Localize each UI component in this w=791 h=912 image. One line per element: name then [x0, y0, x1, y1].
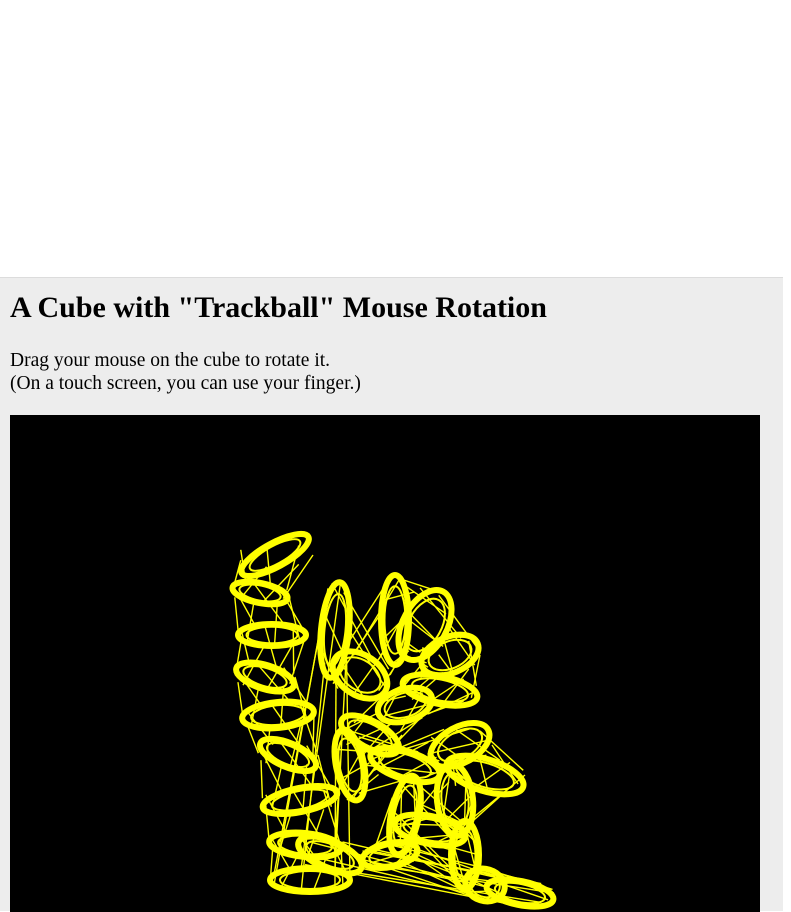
- wire-ring-inner: [280, 871, 340, 889]
- page-title: A Cube with "Trackball" Mouse Rotation: [10, 290, 547, 326]
- scrollbar-gutter: [783, 277, 791, 911]
- wire-ring: [256, 732, 321, 777]
- wire-segment: [238, 682, 242, 713]
- wire-segment: [261, 760, 262, 798]
- wire-ring: [442, 748, 528, 802]
- wire-segment: [470, 775, 525, 820]
- wireframe-scene[interactable]: [10, 415, 760, 912]
- wire-ring-inner: [270, 786, 329, 815]
- wire-ring: [233, 657, 297, 698]
- instructions: Drag your mouse on the cube to rotate it…: [10, 349, 361, 395]
- wire-ring: [236, 526, 314, 584]
- wireframe-group: [231, 526, 556, 911]
- webgl-canvas[interactable]: [10, 415, 760, 912]
- blank-area: [0, 0, 791, 277]
- wire-ring: [484, 874, 555, 911]
- wire-segment: [235, 597, 239, 633]
- instruction-line-2: (On a touch screen, you can use your fin…: [10, 372, 361, 395]
- wire-ring-inner: [247, 627, 298, 644]
- content-panel: A Cube with "Trackball" Mouse Rotation D…: [0, 277, 783, 911]
- wire-segment: [353, 578, 400, 655]
- instruction-line-1: Drag your mouse on the cube to rotate it…: [10, 349, 361, 372]
- wire-ring: [231, 578, 290, 609]
- wire-ring: [260, 781, 339, 820]
